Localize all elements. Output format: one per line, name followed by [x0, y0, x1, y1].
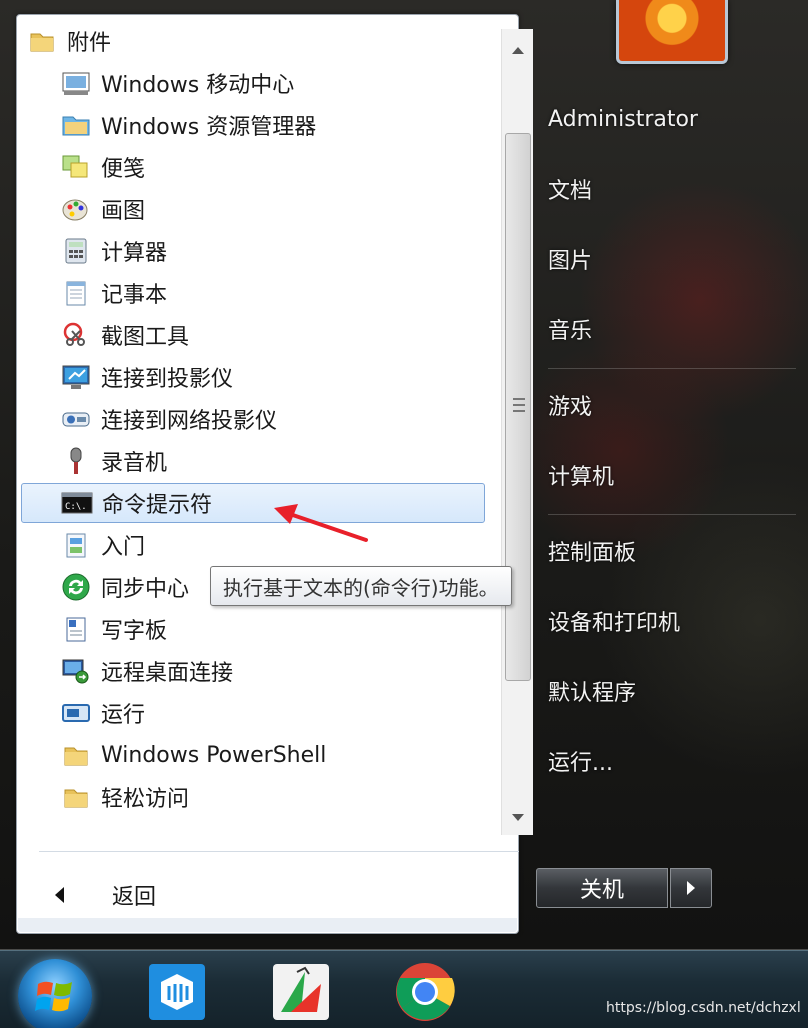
right-item-user[interactable]: Administrator — [548, 102, 698, 136]
remote-desktop-icon — [59, 654, 93, 688]
snipping-tool-icon — [59, 318, 93, 352]
list-item-label: 运行 — [101, 703, 146, 728]
right-item-games[interactable]: 游戏 — [548, 388, 592, 422]
command-prompt-tooltip: 执行基于文本的(命令行)功能。 — [210, 566, 512, 606]
cmd-icon: C:\. — [60, 486, 94, 520]
list-item-notepad[interactable]: 记事本 — [21, 273, 485, 313]
scroll-down-icon[interactable] — [512, 814, 524, 821]
mobility-center-icon — [59, 66, 93, 100]
list-item-label: 同步中心 — [101, 577, 190, 602]
list-item-ease-of-access-folder[interactable]: 轻松访问 — [21, 777, 485, 817]
list-item-remote-desktop[interactable]: 远程桌面连接 — [21, 651, 485, 691]
list-item-getting-started[interactable]: 入门 — [21, 525, 485, 565]
list-item-label: 写字板 — [101, 619, 168, 644]
microphone-icon — [59, 444, 93, 478]
getting-started-icon — [59, 528, 93, 562]
list-item-label: 截图工具 — [101, 325, 190, 350]
right-item-default-programs[interactable]: 默认程序 — [548, 674, 636, 708]
network-projector-icon — [59, 402, 93, 436]
back-button[interactable]: 返回 — [39, 873, 499, 917]
list-item-network-projector[interactable]: 连接到网络投影仪 — [21, 399, 485, 439]
list-item-mobility-center[interactable]: Windows 移动中心 — [21, 63, 485, 103]
paint-icon — [59, 192, 93, 226]
list-item-accessories[interactable]: 附件 — [21, 21, 485, 61]
list-item-label: 计算器 — [101, 241, 168, 266]
list-item-label: 附件 — [67, 31, 112, 56]
sticky-notes-icon — [59, 150, 93, 184]
right-item-run[interactable]: 运行... — [548, 744, 613, 778]
taskbar — [0, 950, 808, 1028]
right-item-pictures[interactable]: 图片 — [548, 242, 592, 276]
taskbar-app-icon[interactable] — [146, 961, 208, 1023]
list-item-label: 远程桌面连接 — [101, 661, 234, 686]
list-item-label: 画图 — [101, 199, 146, 224]
list-item-sticky-notes[interactable]: 便笺 — [21, 147, 485, 187]
menu-separator — [39, 851, 519, 852]
svg-text:C:\.: C:\. — [65, 502, 87, 512]
right-item-control-panel[interactable]: 控制面板 — [548, 534, 636, 568]
calculator-icon — [59, 234, 93, 268]
explorer-icon — [59, 108, 93, 142]
chevron-right-icon — [687, 881, 695, 895]
wordpad-icon — [59, 612, 93, 646]
program-list-scrollbar[interactable] — [501, 29, 533, 835]
notepad-icon — [59, 276, 93, 310]
list-item-label: 录音机 — [101, 451, 168, 476]
right-separator — [548, 514, 796, 515]
list-item-snipping-tool[interactable]: 截图工具 — [21, 315, 485, 355]
list-item-label: Windows 资源管理器 — [101, 115, 317, 140]
projector-icon — [59, 360, 93, 394]
list-item-label: 连接到投影仪 — [101, 367, 234, 392]
shutdown-options-button[interactable] — [670, 868, 712, 908]
menu-bottom-strip — [18, 918, 517, 932]
run-icon — [59, 696, 93, 730]
list-item-label: 轻松访问 — [101, 787, 190, 812]
list-item-label: 便笺 — [101, 157, 146, 182]
list-item-projector[interactable]: 连接到投影仪 — [21, 357, 485, 397]
list-item-run[interactable]: 运行 — [21, 693, 485, 733]
user-avatar[interactable] — [616, 0, 728, 64]
back-label: 返回 — [112, 885, 157, 910]
grip-icon — [513, 398, 525, 412]
list-item-explorer[interactable]: Windows 资源管理器 — [21, 105, 485, 145]
list-item-calculator[interactable]: 计算器 — [21, 231, 485, 271]
right-item-documents[interactable]: 文档 — [548, 172, 592, 206]
watermark-text: https://blog.csdn.net/dchzxl — [606, 1000, 801, 1016]
shutdown-button[interactable]: 关机 — [536, 868, 668, 908]
list-item-label: 命令提示符 — [102, 493, 213, 518]
list-item-label: 记事本 — [101, 283, 168, 308]
chevron-left-icon — [55, 887, 64, 903]
red-arrow-icon — [274, 504, 368, 542]
list-item-label: Windows 移动中心 — [101, 73, 295, 98]
right-separator — [548, 368, 796, 369]
list-item-label: 入门 — [101, 535, 146, 560]
sync-center-icon — [59, 570, 93, 604]
list-item-sound-recorder[interactable]: 录音机 — [21, 441, 485, 481]
list-item-label: 连接到网络投影仪 — [101, 409, 278, 434]
list-item-label: Windows PowerShell — [101, 742, 327, 768]
folder-icon — [25, 24, 59, 58]
start-menu-programs: 附件 Windows 移动中心 Windows 资源管理器 便笺 画图 计算器 … — [16, 14, 533, 934]
taskbar-screenshot-app-icon[interactable] — [270, 961, 332, 1023]
chrome-icon[interactable] — [394, 961, 456, 1023]
windows-logo-icon — [35, 981, 72, 1012]
start-button[interactable] — [18, 959, 92, 1028]
list-item-command-prompt[interactable]: C:\. 命令提示符 — [21, 483, 485, 523]
right-item-music[interactable]: 音乐 — [548, 312, 592, 346]
scroll-up-icon[interactable] — [512, 47, 524, 54]
list-item-paint[interactable]: 画图 — [21, 189, 485, 229]
list-item-wordpad[interactable]: 写字板 — [21, 609, 485, 649]
right-item-devices-printers[interactable]: 设备和打印机 — [548, 604, 680, 638]
folder-icon — [59, 738, 93, 772]
program-list: 附件 Windows 移动中心 Windows 资源管理器 便笺 画图 计算器 … — [17, 15, 487, 835]
right-item-computer[interactable]: 计算机 — [548, 458, 614, 492]
list-item-powershell-folder[interactable]: Windows PowerShell — [21, 735, 485, 775]
folder-icon — [59, 780, 93, 814]
